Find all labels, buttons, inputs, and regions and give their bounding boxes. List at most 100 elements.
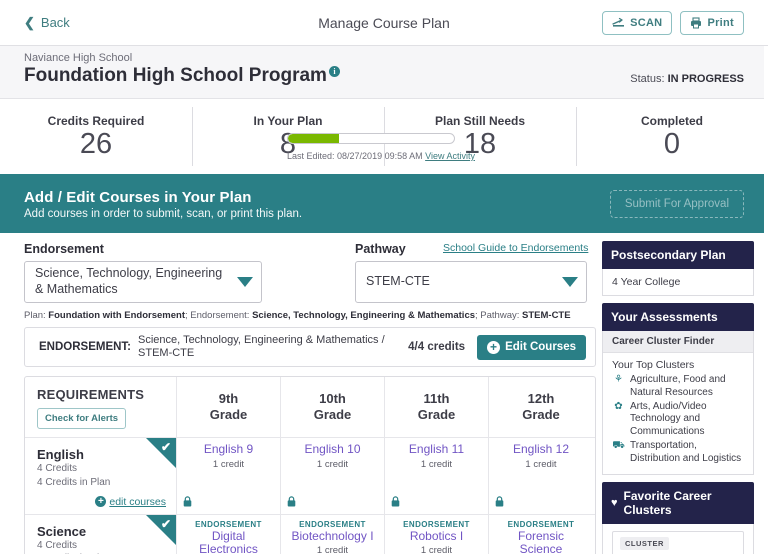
printer-icon xyxy=(690,16,702,29)
stat-label: Credits Required xyxy=(47,113,145,128)
endorsement-credits: 4/4 credits xyxy=(408,341,466,353)
career-cluster-finder-title: Career Cluster Finder xyxy=(603,331,753,353)
cluster-label: Arts, Audio/Video Technology and Communi… xyxy=(630,400,707,438)
assessments-card: Your Assessments Career Cluster Finder Y… xyxy=(602,303,754,475)
grade-column-header-3: 11th Grade xyxy=(385,377,489,437)
back-label: Back xyxy=(40,15,70,30)
endorsement-strip-value: Science, Technology, Engineering & Mathe… xyxy=(138,333,385,359)
course-card: English 11 1 credit xyxy=(385,438,488,514)
course-credit: 1 credit xyxy=(420,458,453,470)
row-action-link[interactable]: + edit courses xyxy=(95,490,166,508)
course-name[interactable]: English 10 xyxy=(304,442,360,457)
banner-subtitle: Add courses in order to submit, scan, or… xyxy=(24,207,303,220)
endorsement-dropdown[interactable]: Science, Technology, Engineering & Mathe… xyxy=(24,261,262,303)
stat-credits-required: Credits Required 26 xyxy=(0,99,192,174)
plan-progress: Last Edited: 08/27/2019 09:58 AM View Ac… xyxy=(287,133,475,161)
arts-media-icon: ✿ xyxy=(614,400,623,412)
heart-icon: ♥ xyxy=(611,496,618,509)
course-card-footer xyxy=(391,491,482,510)
grade-column-header-1: 9th Grade xyxy=(177,377,281,437)
course-name[interactable]: Forensic Science xyxy=(495,529,587,554)
plan-summary-endorsement: Science, Technology, Engineering & Mathe… xyxy=(252,310,476,321)
submit-for-approval-button[interactable]: Submit For Approval xyxy=(609,190,744,218)
endorsement-summary-strip: ENDORSEMENT: Science, Technology, Engine… xyxy=(24,327,596,367)
endorsement-label: Endorsement xyxy=(24,242,104,256)
view-activity-link[interactable]: View Activity xyxy=(425,151,475,161)
school-guide-link[interactable]: School Guide to Endorsements xyxy=(443,242,588,254)
course-name[interactable]: Digital Electronics xyxy=(183,529,274,554)
course-card: English 10 1 credit xyxy=(281,438,384,514)
plan-header-text: Naviance High School Foundation High Sch… xyxy=(24,52,340,87)
course-card: English 91 credit xyxy=(177,438,280,514)
check-icon: ✔ xyxy=(161,440,172,454)
favorite-cluster-item[interactable]: CLUSTER ⌸ Science, Technology, Engineeri… xyxy=(612,530,744,554)
top-clusters-list: ⚘ Agriculture, Food and Natural Resources… xyxy=(612,374,744,466)
endorsement-value: Science, Technology, Engineering & Mathe… xyxy=(35,266,223,296)
banner-text: Add / Edit Courses in Your Plan Add cour… xyxy=(24,189,302,220)
postsecondary-value: 4 Year College xyxy=(602,269,754,296)
course-cell-grade-4: ENDORSEMENTForensic Science1 creditCTE xyxy=(489,515,593,554)
plan-summary-part: ; Pathway: xyxy=(475,310,523,321)
cluster-tag: CLUSTER xyxy=(620,536,669,550)
plan-stats: Credits Required 26 In Your Plan 8 Plan … xyxy=(0,99,768,177)
scan-button[interactable]: SCAN xyxy=(602,10,673,35)
postsecondary-plan-card: Postsecondary Plan 4 Year College xyxy=(602,241,754,296)
favorites-heading: Favorite Career Clusters xyxy=(623,488,712,517)
course-card: ENDORSEMENTBiotechnology I1 creditCTE xyxy=(281,515,384,554)
pathway-label-row: Pathway School Guide to Endorsements xyxy=(355,242,588,257)
top-clusters-subtitle: Your Top Clusters xyxy=(612,359,695,371)
grade-word: Grade xyxy=(417,407,456,422)
check-icon: ✔ xyxy=(161,516,172,531)
grade-ordinal: 12th xyxy=(527,390,555,406)
top-bar-actions: SCAN Print xyxy=(602,10,758,35)
plan-summary-part: ; Endorsement: xyxy=(185,310,253,321)
postsecondary-heading: Postsecondary Plan xyxy=(602,241,754,269)
grade-ordinal: 9th xyxy=(218,390,239,406)
course-name[interactable]: English 11 xyxy=(409,442,464,457)
course-card-footer xyxy=(183,491,274,510)
agriculture-icon: ⚘ xyxy=(614,374,623,385)
completed-check-corner: ✔ xyxy=(146,514,176,545)
plan-header: Naviance High School Foundation High Sch… xyxy=(0,46,768,99)
grade-column-header-2: 10th Grade xyxy=(281,377,385,437)
check-for-alerts-button[interactable]: Check for Alerts xyxy=(37,408,127,429)
pathway-dropdown[interactable]: STEM-CTE xyxy=(355,261,587,303)
endorsement-strip-label: ENDORSEMENT: xyxy=(39,341,132,353)
course-credit: 1 credit xyxy=(316,458,349,470)
course-card-footer xyxy=(287,491,378,510)
favorite-clusters-card: ♥ Favorite Career Clusters CLUSTER ⌸ Sci… xyxy=(602,481,754,554)
course-card-footer xyxy=(495,491,587,510)
course-credit: 1 credit xyxy=(212,458,245,470)
pathway-value: STEM-CTE xyxy=(366,274,430,289)
last-edited-text: Last Edited: 08/27/2019 09:58 AM xyxy=(287,151,423,161)
lock-icon xyxy=(391,495,400,510)
course-name[interactable]: English 9 xyxy=(204,442,253,457)
requirements-title: REQUIREMENTS xyxy=(37,387,145,402)
banner-title: Add / Edit Courses in Your Plan xyxy=(24,188,252,206)
course-name[interactable]: English 12 xyxy=(513,442,569,457)
back-button[interactable]: ❮ Back xyxy=(10,15,70,30)
chevron-down-icon xyxy=(237,277,253,287)
course-name[interactable]: Robotics I xyxy=(410,529,463,544)
cluster-list-item: ⛟ Transportation, Distribution and Logist… xyxy=(612,440,744,466)
favorites-body: CLUSTER ⌸ Science, Technology, Engineeri… xyxy=(602,523,754,554)
course-cell-grade-2: ENDORSEMENTBiotechnology I1 creditCTE xyxy=(281,514,385,554)
edit-courses-button[interactable]: + Edit Courses xyxy=(477,334,586,360)
requirement-label-cell: ✔Science4 Credits4 Credits in Plan+add c… xyxy=(25,514,177,554)
stat-label: Plan Still Needs xyxy=(434,113,526,128)
stat-value: 26 xyxy=(79,127,113,160)
course-cell-grade-1: English 91 credit xyxy=(177,438,281,514)
print-button[interactable]: Print xyxy=(680,10,744,35)
course-name[interactable]: Biotechnology I xyxy=(291,529,373,544)
assessments-heading: Your Assessments xyxy=(602,303,754,331)
grade-ordinal: 11th xyxy=(423,390,450,406)
grade-word: Grade xyxy=(209,407,248,422)
grade-word: Grade xyxy=(313,407,352,422)
page-scrollbar[interactable] xyxy=(764,46,768,554)
progress-bar xyxy=(287,133,455,144)
edit-courses-label: Edit Courses xyxy=(505,341,576,353)
pathway-label: Pathway xyxy=(355,242,406,256)
info-icon[interactable]: i xyxy=(328,66,340,77)
plus-circle-icon: + xyxy=(95,496,107,508)
course-cell-grade-2: English 10 1 credit xyxy=(281,438,385,514)
